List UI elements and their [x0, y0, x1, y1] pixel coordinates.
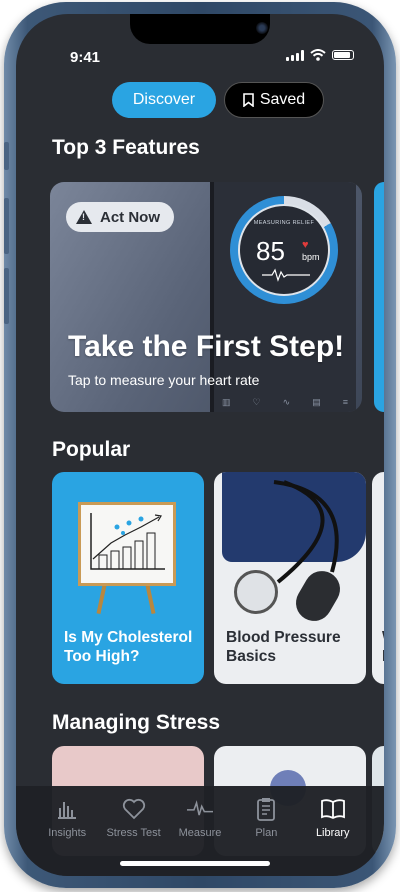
- next-feature-card[interactable]: [374, 182, 384, 412]
- status-time: 9:41: [70, 49, 101, 66]
- tab-label: Stress Test: [106, 827, 161, 839]
- bar-chart-icon: [54, 796, 80, 822]
- home-indicator[interactable]: [120, 861, 270, 866]
- book-icon: [320, 796, 346, 822]
- feature-title: Take the First Step!: [68, 330, 345, 363]
- tab-label: Library: [315, 827, 350, 839]
- mute-switch: [4, 142, 9, 170]
- clipboard-icon: [253, 796, 279, 822]
- segment-control: Discover Saved: [112, 82, 324, 118]
- bp-tube-icon: [273, 480, 339, 584]
- notch: [130, 14, 270, 44]
- preview-tab-icon: ≡: [342, 397, 348, 407]
- status-icons: [286, 49, 354, 61]
- pulse-wave-icon: [262, 268, 310, 282]
- tab-insights[interactable]: Insights: [37, 786, 97, 876]
- heart-rate-gauge: MEASURING RELIEF 85 ♥ bpm: [230, 196, 338, 304]
- chart-board-illustration: [78, 502, 176, 586]
- act-now-badge: Act Now: [66, 202, 174, 232]
- volume-up-button: [4, 198, 9, 254]
- gauge-bpm-value: 85: [256, 236, 285, 266]
- tab-label: Insights: [48, 827, 87, 839]
- popular-card-cholesterol[interactable]: Is My Cholesterol Too High?: [52, 472, 204, 684]
- discover-tab[interactable]: Discover: [112, 82, 216, 118]
- warning-icon: [76, 210, 92, 224]
- act-now-label: Act Now: [100, 208, 160, 226]
- section-title-popular: Popular: [52, 438, 131, 461]
- preview-tabbar: ▥ ♡ ∿ ▤ ≡: [222, 397, 348, 408]
- section-title-managing-stress: Managing Stress: [52, 711, 221, 734]
- section-title-top-features: Top 3 Features: [52, 136, 200, 159]
- tab-library[interactable]: Library: [303, 786, 363, 876]
- preview-tab-icon: ♡: [252, 397, 261, 407]
- popular-card-next[interactable]: W H: [372, 472, 384, 684]
- saved-tab[interactable]: Saved: [224, 82, 324, 118]
- preview-tab-icon: ▤: [312, 397, 321, 407]
- popular-card-blood-pressure[interactable]: Blood Pressure Basics: [214, 472, 366, 684]
- screen: 9:41 Discover Saved Top 3 Features MEASU…: [16, 14, 384, 876]
- battery-icon: [332, 50, 354, 60]
- tab-label: Plan: [255, 827, 278, 839]
- preview-tab-icon: ∿: [282, 397, 291, 407]
- bp-gauge-icon: [234, 570, 278, 614]
- signal-icon: [286, 49, 304, 61]
- gauge-unit: bpm: [302, 252, 320, 262]
- preview-tab-icon: ▥: [222, 397, 231, 407]
- tab-label: Measure: [178, 827, 222, 839]
- pulse-icon: [186, 796, 213, 822]
- feature-subtitle: Tap to measure your heart rate: [68, 372, 260, 388]
- rising-chart-icon: [90, 513, 165, 570]
- gauge-label: MEASURING RELIEF: [253, 220, 315, 226]
- volume-down-button: [4, 268, 9, 324]
- wifi-icon: [310, 49, 326, 61]
- heart-icon: [121, 796, 147, 822]
- discover-label: Discover: [132, 91, 196, 108]
- saved-label: Saved: [259, 91, 306, 108]
- popular-card-title: Blood Pressure Basics: [226, 629, 341, 665]
- feature-card[interactable]: MEASURING RELIEF 85 ♥ bpm ▥ ♡ ∿ ▤ ≡ ! Ac…: [50, 182, 362, 412]
- phone-frame: 9:41 Discover Saved Top 3 Features MEASU…: [4, 2, 396, 888]
- camera: [256, 22, 268, 34]
- popular-card-title: W H: [382, 628, 384, 666]
- bookmark-icon: [243, 93, 254, 107]
- popular-card-title: Is My Cholesterol Too High?: [64, 629, 193, 665]
- heart-icon: ♥: [302, 239, 309, 251]
